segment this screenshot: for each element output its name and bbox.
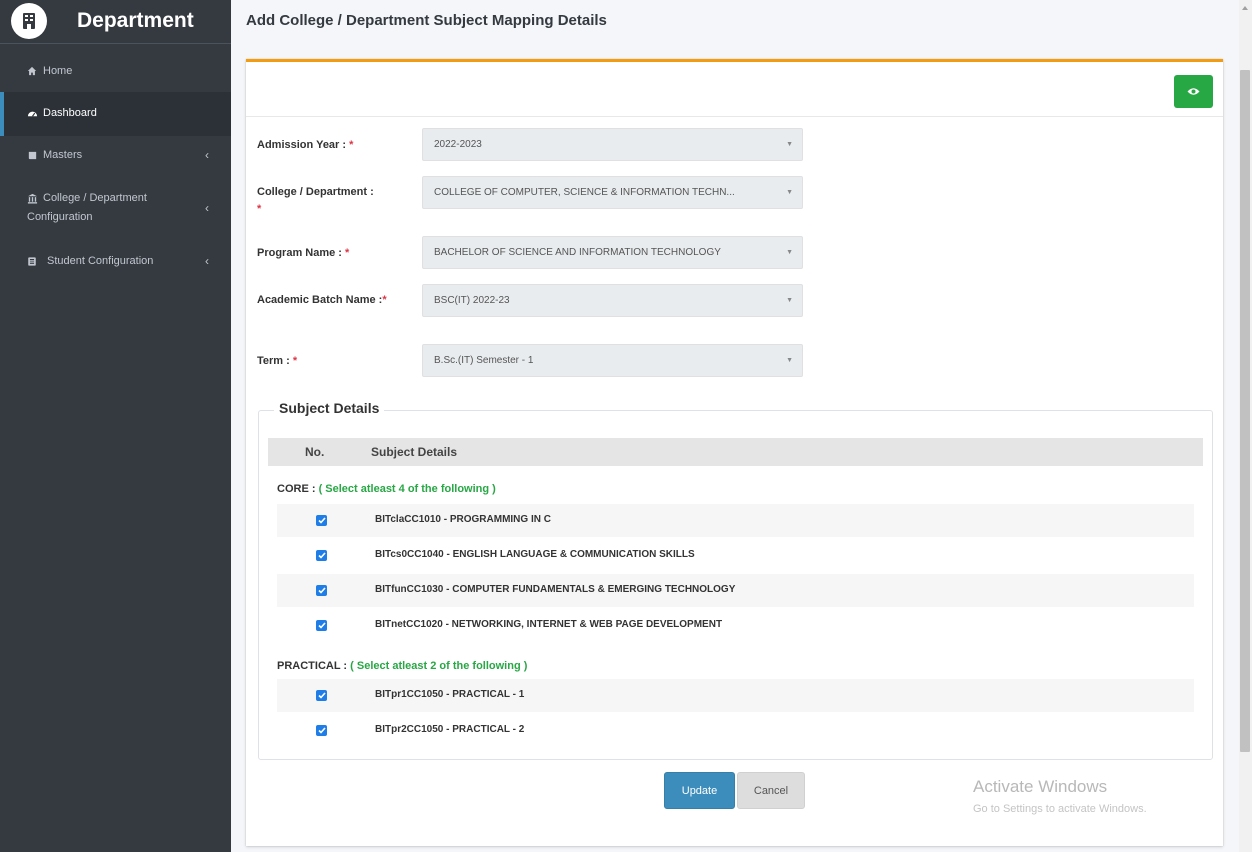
dropdown-arrow-icon: ▼: [786, 297, 793, 304]
college-value: COLLEGE OF COMPUTER, SCIENCE & INFORMATI…: [434, 187, 735, 198]
active-indicator: [0, 92, 4, 136]
card-divider: [246, 116, 1223, 117]
brand-title: Department: [77, 9, 194, 32]
subject-details-legend: Subject Details: [274, 400, 385, 416]
mapping-card: Admission Year : * 2022-2023 ▼ College /…: [246, 59, 1223, 846]
table-row: BITfunCC1030 - COMPUTER FUNDAMENTALS & E…: [277, 574, 1194, 607]
subject-checkbox[interactable]: [316, 725, 327, 736]
dropdown-arrow-icon: ▼: [786, 249, 793, 256]
sidebar-item-home[interactable]: Home: [0, 62, 231, 82]
scroll-up-arrow-icon[interactable]: [1242, 6, 1248, 10]
home-icon: [27, 66, 39, 78]
batch-select[interactable]: BSC(IT) 2022-23 ▼: [422, 284, 803, 317]
column-header-no: No.: [305, 445, 325, 459]
subject-checkbox[interactable]: [316, 515, 327, 526]
table-row: BITnetCC1020 - NETWORKING, INTERNET & WE…: [277, 609, 1194, 642]
subject-name: BITpr1CC1050 - PRACTICAL - 1: [375, 689, 525, 700]
activation-watermark-title: Activate Windows: [973, 777, 1108, 796]
subject-name: BITfunCC1030 - COMPUTER FUNDAMENTALS & E…: [375, 584, 736, 595]
term-select[interactable]: B.Sc.(IT) Semester - 1 ▼: [422, 344, 803, 377]
sidebar-item-dashboard[interactable]: Dashboard: [0, 92, 231, 136]
activation-watermark-subtitle: Go to Settings to activate Windows.: [973, 803, 1147, 815]
eye-icon: [1187, 88, 1200, 95]
dropdown-arrow-icon: ▼: [786, 357, 793, 364]
term-label: Term : *: [257, 355, 298, 367]
dropdown-arrow-icon: ▼: [786, 141, 793, 148]
subject-checkbox[interactable]: [316, 550, 327, 561]
table-row: BITpr2CC1050 - PRACTICAL - 2: [277, 714, 1194, 747]
view-button[interactable]: [1174, 75, 1213, 108]
subject-name: BITpr2CC1050 - PRACTICAL - 2: [375, 724, 525, 735]
chevron-left-icon: ‹: [205, 148, 209, 162]
core-group-label: CORE : ( Select atleast 4 of the followi…: [277, 483, 496, 495]
content-header: Add College / Department Subject Mapping…: [231, 0, 1239, 44]
program-label: Program Name : *: [257, 247, 350, 259]
subject-checkbox[interactable]: [316, 585, 327, 596]
admission-year-select[interactable]: 2022-2023 ▼: [422, 128, 803, 161]
sidebar-item-label: Student Configuration: [47, 255, 154, 267]
sidebar-item-label: Dashboard: [43, 107, 97, 119]
cancel-button[interactable]: Cancel: [737, 772, 805, 809]
sidebar-item-label: Masters: [43, 149, 83, 161]
sidebar-item-label: Home: [43, 65, 73, 77]
brand[interactable]: Department: [0, 0, 231, 44]
subject-name: BITcs0CC1040 - ENGLISH LANGUAGE & COMMUN…: [375, 549, 695, 560]
term-value: B.Sc.(IT) Semester - 1: [434, 355, 534, 366]
sidebar-item-masters[interactable]: Masters ‹: [0, 146, 231, 166]
sidebar: Department Home Dashboard Masters ‹ Coll…: [0, 0, 231, 852]
column-header-subject-details: Subject Details: [371, 445, 458, 459]
subject-name: BITclaCC1010 - PROGRAMMING IN C: [375, 514, 551, 525]
id-card-icon: [27, 256, 39, 268]
batch-value: BSC(IT) 2022-23: [434, 295, 510, 306]
scroll-thumb[interactable]: [1240, 70, 1250, 752]
subject-name: BITnetCC1020 - NETWORKING, INTERNET & WE…: [375, 619, 723, 630]
subject-details-fieldset: Subject Details No. Subject Details CORE…: [258, 400, 1213, 760]
sidebar-item-student-configuration[interactable]: Student Configuration ‹: [0, 252, 231, 272]
subject-checkbox[interactable]: [316, 620, 327, 631]
subject-checkbox[interactable]: [316, 690, 327, 701]
page-title: Add College / Department Subject Mapping…: [246, 12, 607, 29]
program-value: BACHELOR OF SCIENCE AND INFORMATION TECH…: [434, 247, 721, 258]
table-row: BITclaCC1010 - PROGRAMMING IN C: [277, 504, 1194, 537]
dashboard-icon: [27, 108, 39, 120]
practical-group-label: PRACTICAL : ( Select atleast 2 of the fo…: [277, 660, 528, 672]
sidebar-item-label: College / Department Configuration: [27, 192, 147, 223]
building-icon: [11, 3, 47, 39]
program-select[interactable]: BACHELOR OF SCIENCE AND INFORMATION TECH…: [422, 236, 803, 269]
chevron-left-icon: ‹: [205, 254, 209, 268]
college-select[interactable]: COLLEGE OF COMPUTER, SCIENCE & INFORMATI…: [422, 176, 803, 209]
chevron-left-icon: ‹: [205, 201, 209, 215]
sidebar-item-college-configuration[interactable]: College / Department Configuration ‹: [0, 189, 231, 229]
college-label: College / Department : *: [257, 186, 374, 215]
table-header: No. Subject Details: [268, 438, 1203, 466]
batch-label: Academic Batch Name :*: [257, 294, 387, 306]
admission-year-value: 2022-2023: [434, 139, 482, 150]
dropdown-arrow-icon: ▼: [786, 189, 793, 196]
admission-year-label: Admission Year : *: [257, 139, 354, 151]
table-row: BITpr1CC1050 - PRACTICAL - 1: [277, 679, 1194, 712]
table-row: BITcs0CC1040 - ENGLISH LANGUAGE & COMMUN…: [277, 539, 1194, 572]
update-button[interactable]: Update: [664, 772, 735, 809]
book-icon: [27, 150, 39, 162]
page-scrollbar[interactable]: [1239, 0, 1252, 852]
